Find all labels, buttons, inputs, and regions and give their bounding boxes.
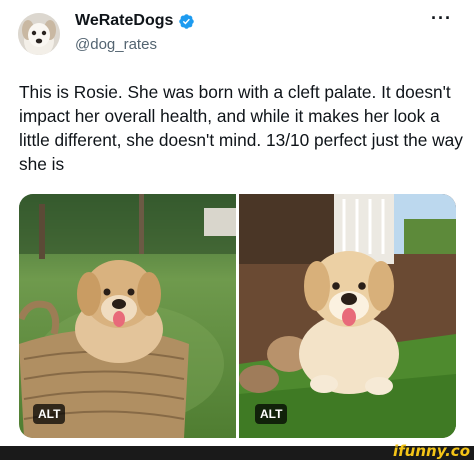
tweet-text: This is Rosie. She was born with a cleft… [19,82,463,174]
author-handle[interactable]: @dog_rates [75,36,157,53]
verified-badge-icon [179,13,195,29]
photo-puppy-on-grass[interactable]: ALT [239,194,456,438]
alt-text-button[interactable]: ALT [255,404,288,424]
author-name-row: WeRateDogs [75,12,195,30]
avatar[interactable] [18,13,60,55]
more-options-button[interactable]: ··· [431,8,452,29]
media-grid: ALT ALT [19,194,456,438]
author-display-name[interactable]: WeRateDogs [75,12,173,30]
puppy-basket-image [19,194,236,438]
puppy-grass-image [239,194,456,438]
ifunny-watermark: ifunny.co [393,442,470,460]
photo-puppy-in-basket[interactable]: ALT [19,194,236,438]
avatar-dog-image [18,13,60,55]
alt-text-button[interactable]: ALT [33,404,66,424]
